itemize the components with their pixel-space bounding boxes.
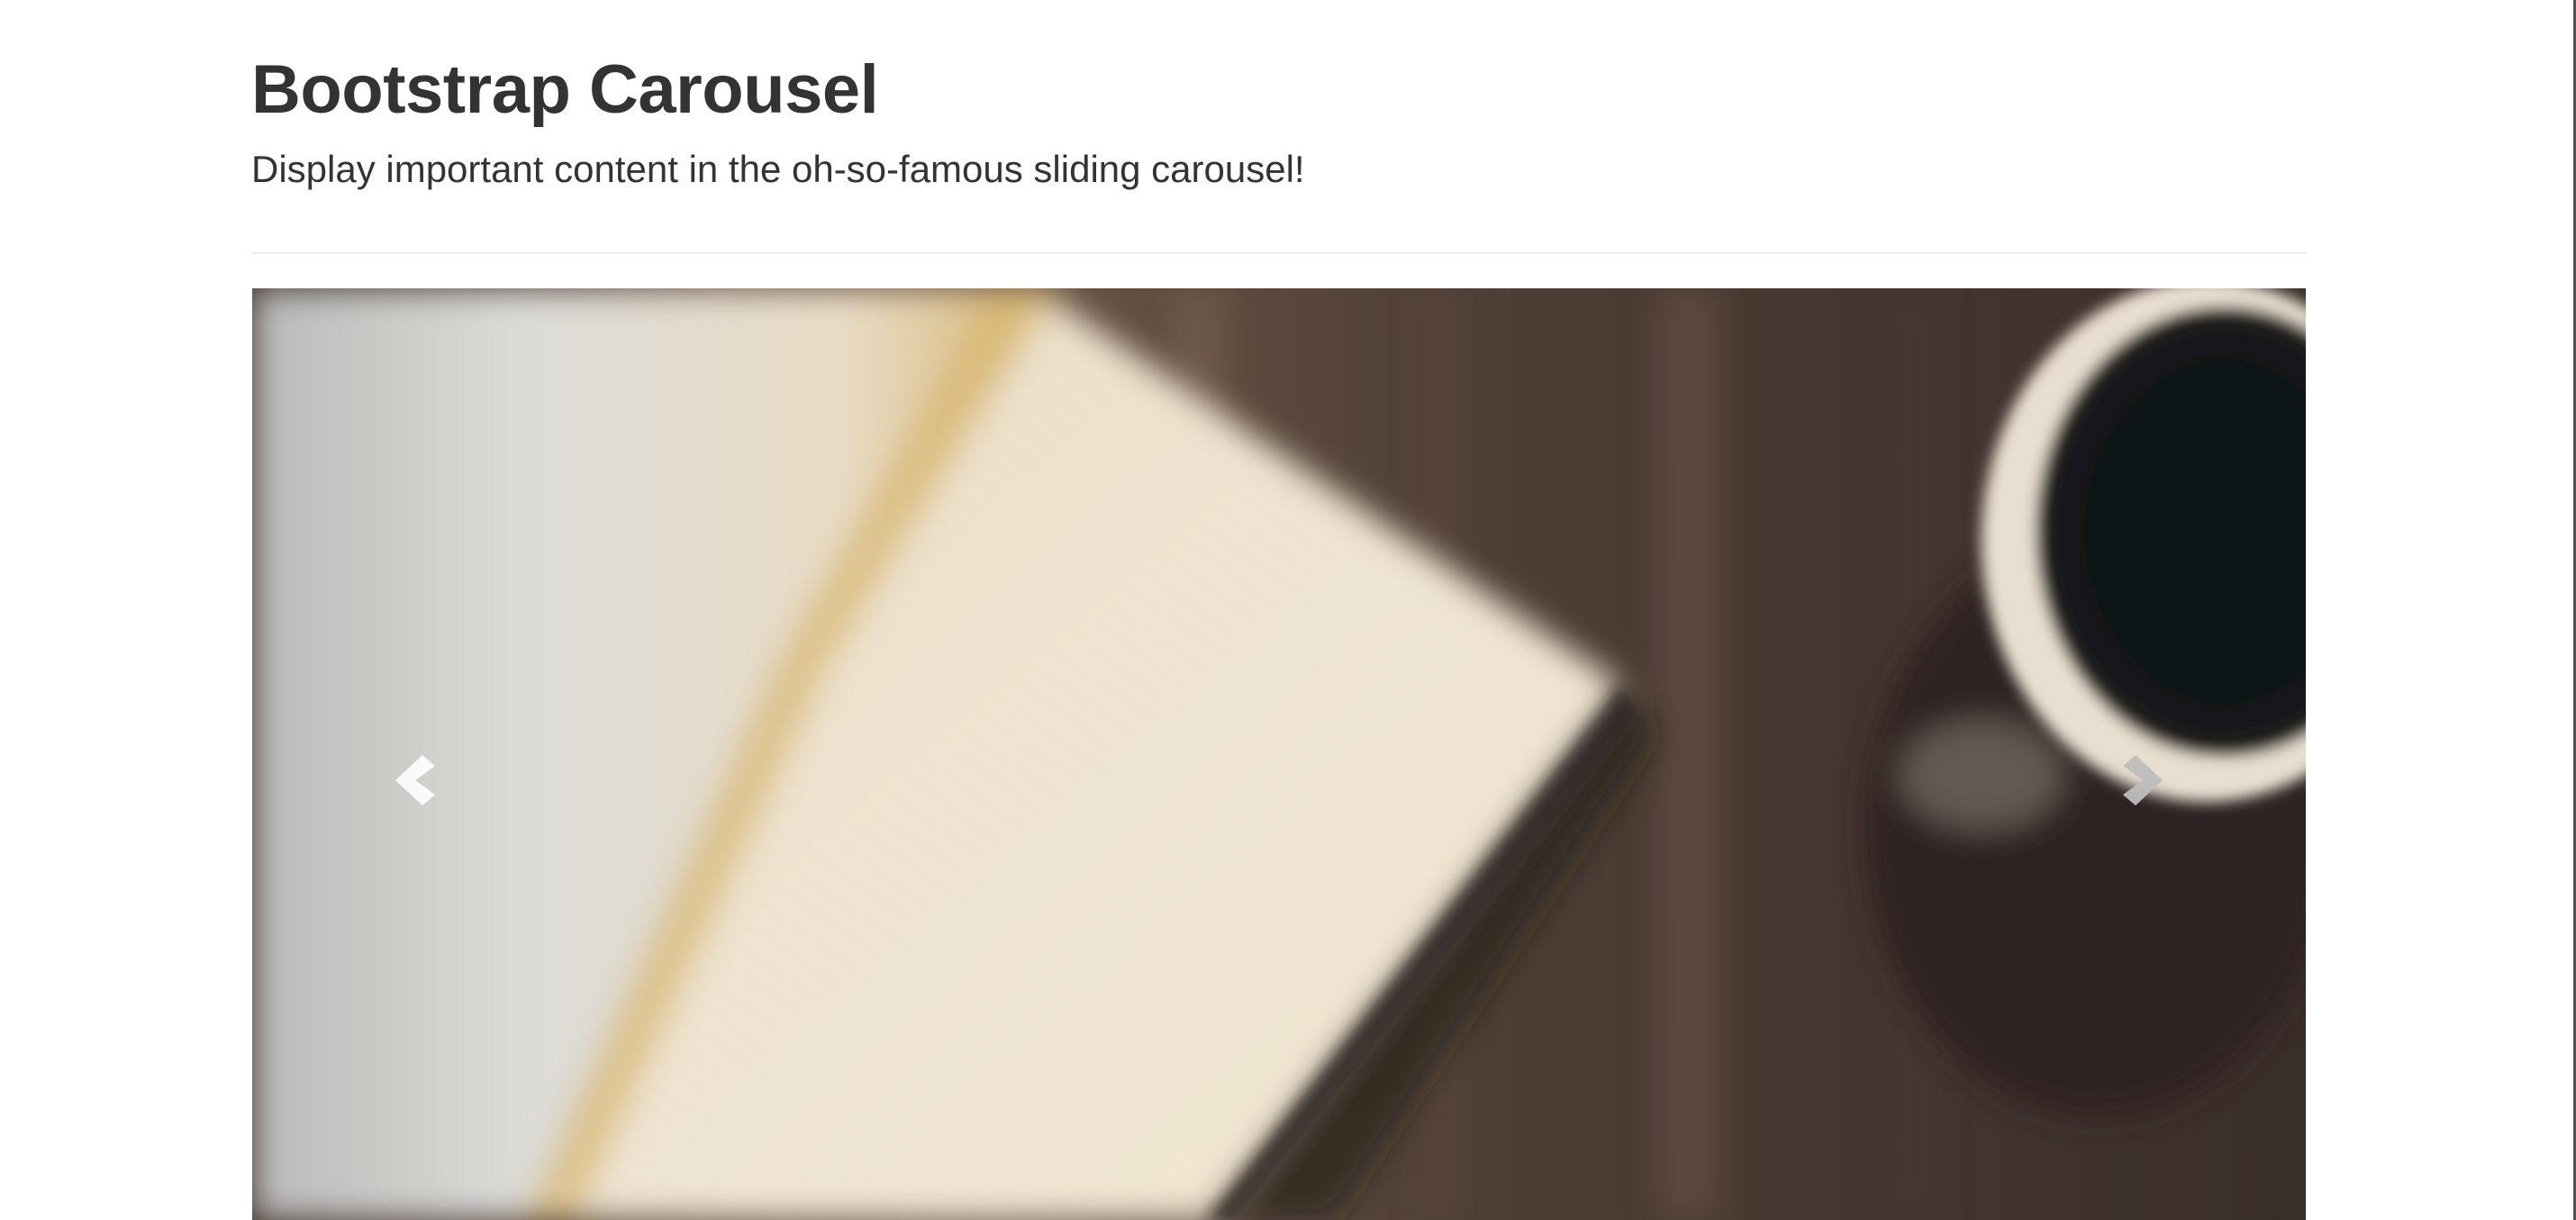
chevron-right-icon: [2123, 755, 2163, 806]
chevron-left-icon: [395, 755, 435, 806]
carousel-next-button[interactable]: [1982, 288, 2306, 1220]
page-title: Bootstrap Carousel: [251, 51, 879, 128]
page-lead: Display important content in the oh-so-f…: [251, 148, 1305, 190]
carousel: [252, 288, 2306, 1220]
page-header: Bootstrap Carousel Display important con…: [251, 0, 2307, 254]
carousel-prev-button[interactable]: [252, 288, 576, 1220]
